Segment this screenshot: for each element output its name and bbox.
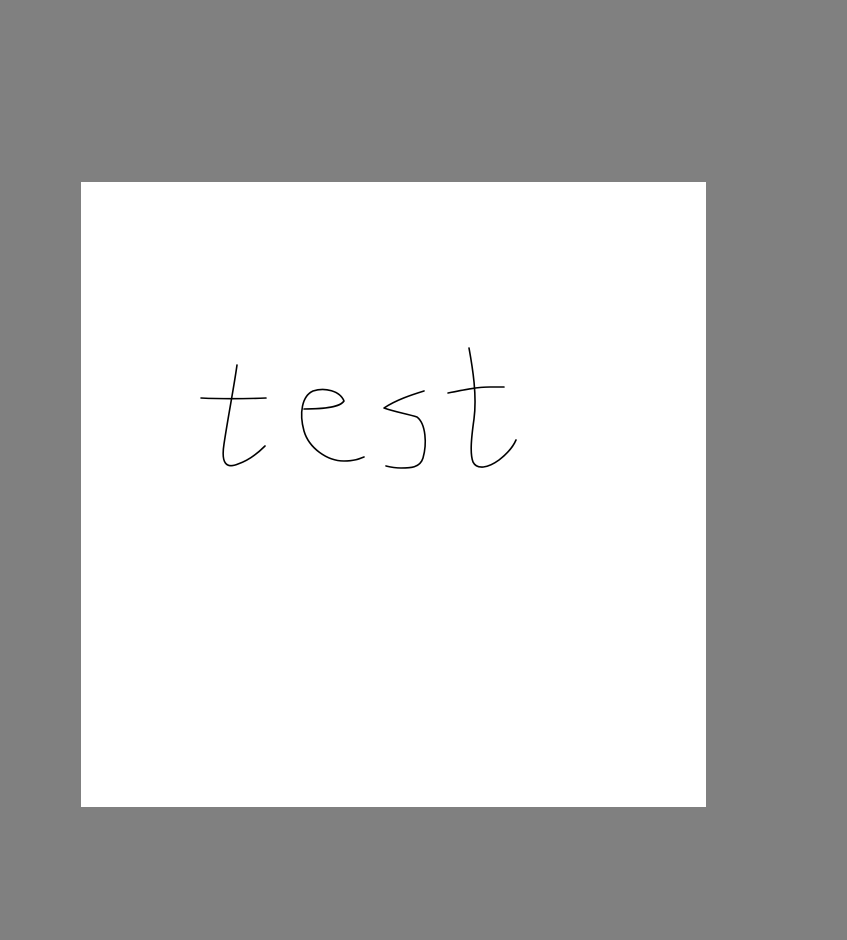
stroke-e [300,388,365,462]
stroke-s [383,390,427,469]
drawing-canvas[interactable]: test [81,182,706,807]
drawing-workspace: test [0,0,847,940]
stroke-t2-stem [468,347,517,468]
stroke-t2-cross [447,386,505,394]
handwriting-layer [200,347,517,469]
stroke-t1-stem [222,364,266,467]
stroke-t1-cross [200,397,267,400]
handwritten-word [200,347,517,469]
